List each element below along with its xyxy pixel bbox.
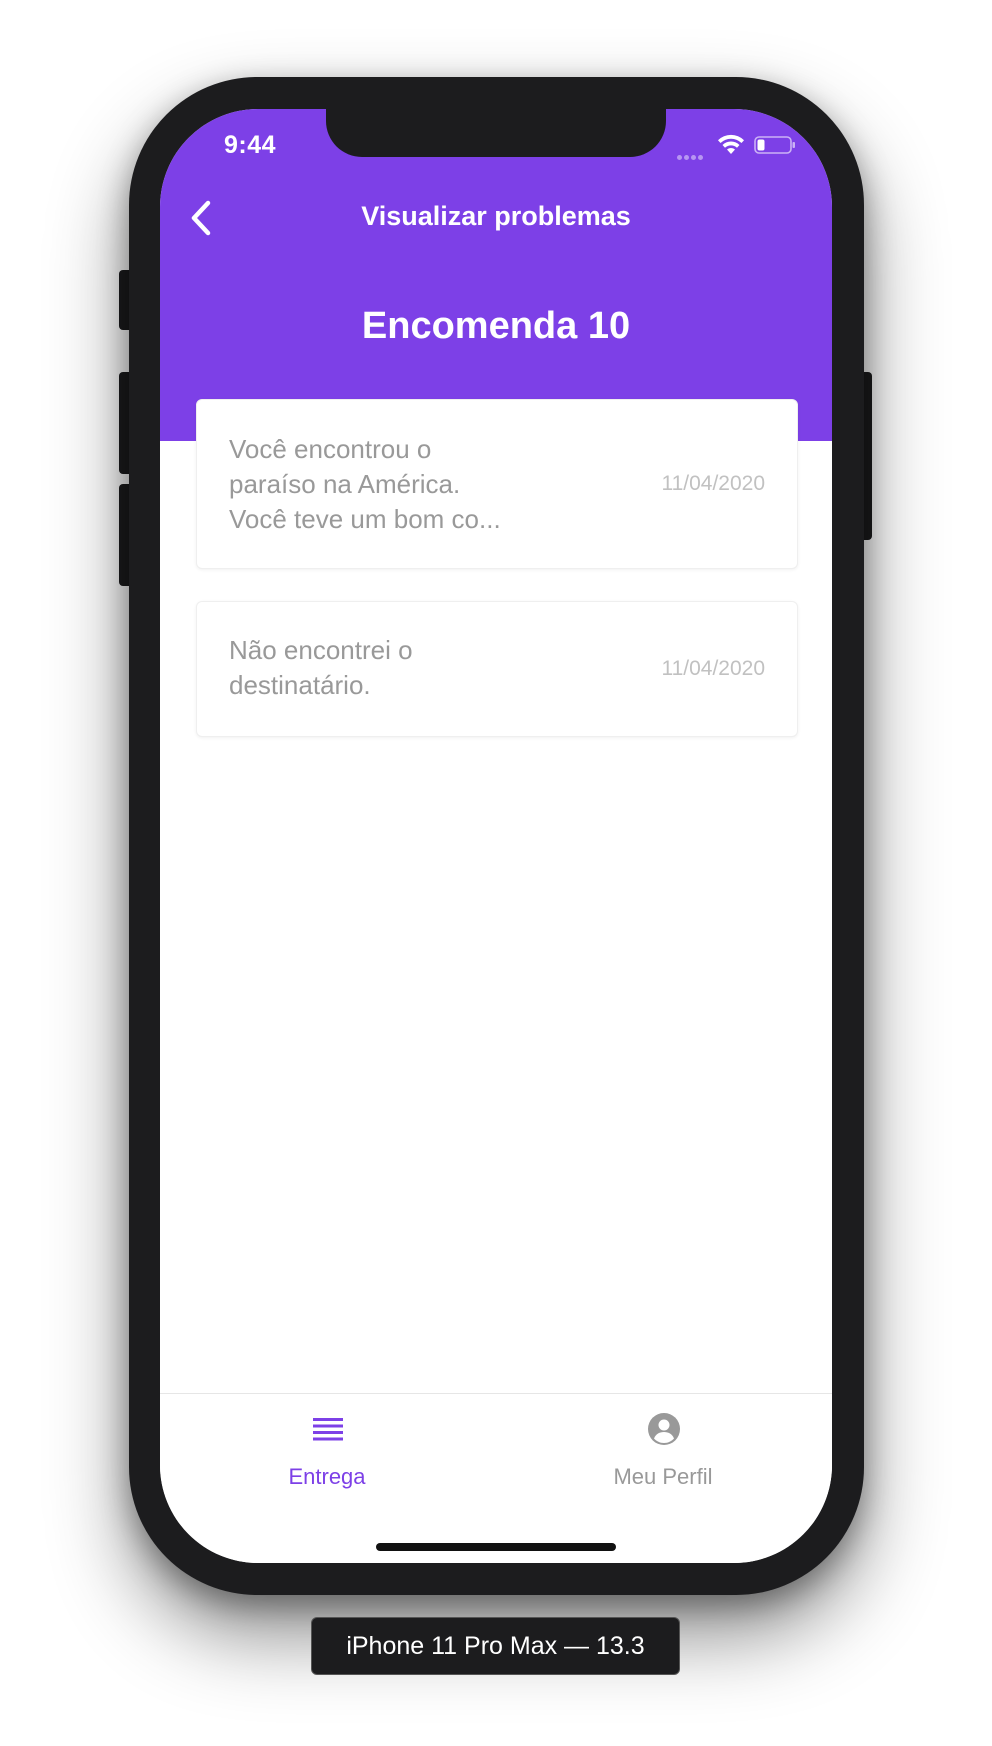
problem-card: Não encontrei o destinatário. 11/04/2020 <box>196 601 798 737</box>
problem-description: Você encontrou o paraíso na América. Voc… <box>229 434 501 534</box>
problem-description: Não encontrei o destinatário. <box>229 635 413 700</box>
simulator-stage: 9:44 Visualizar problemas Encomenda 10 V… <box>0 0 992 1746</box>
tab-label: Entrega <box>288 1464 366 1489</box>
list-icon <box>313 1418 343 1441</box>
problem-date: 11/04/2020 <box>661 657 765 680</box>
home-indicator[interactable] <box>376 1543 616 1551</box>
tab-meu-perfil[interactable]: Meu Perfil <box>563 1394 763 1504</box>
order-title: Encomenda 10 <box>361 305 631 347</box>
status-time: 9:44 <box>224 131 277 159</box>
problem-card: Você encontrou o paraíso na América. Voc… <box>196 399 798 569</box>
battery-icon <box>754 136 795 154</box>
problem-date: 11/04/2020 <box>661 472 765 495</box>
cellular-signal-icon <box>677 147 707 160</box>
tab-label: Meu Perfil <box>613 1464 713 1489</box>
device-notch <box>326 109 666 157</box>
app-screen: 9:44 Visualizar problemas Encomenda 10 V… <box>160 109 832 1563</box>
wifi-icon <box>718 134 744 154</box>
nav-title: Visualizar problemas <box>361 201 631 231</box>
bottom-tab-bar: Entrega Meu Perfil <box>160 1393 832 1563</box>
simulator-device-label: iPhone 11 Pro Max — 13.3 <box>311 1617 680 1675</box>
tab-entrega[interactable]: Entrega <box>227 1394 427 1504</box>
account-circle-icon <box>648 1413 680 1445</box>
